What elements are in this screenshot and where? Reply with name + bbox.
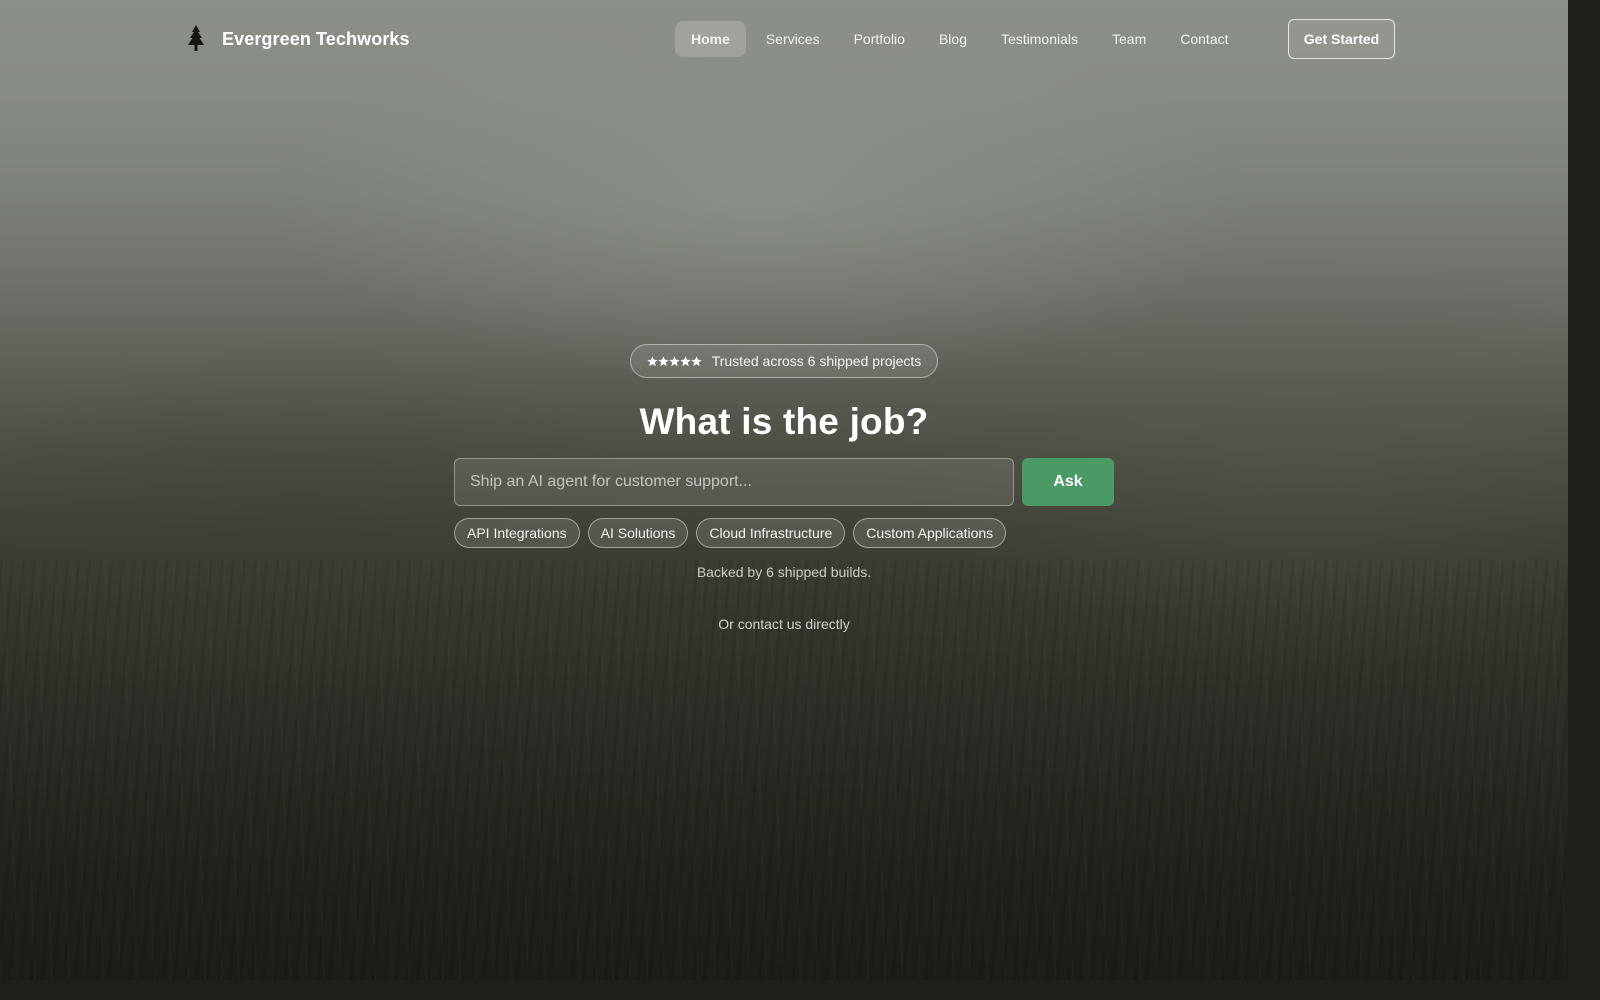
chip-ai-solutions[interactable]: AI Solutions — [587, 518, 689, 548]
nav-link-team[interactable]: Team — [1098, 21, 1160, 57]
rating-stars — [647, 355, 702, 367]
nav-link-blog[interactable]: Blog — [925, 21, 981, 57]
star-icon — [647, 355, 658, 366]
evergreen-tree-icon — [188, 25, 204, 51]
ask-button[interactable]: Ask — [1022, 458, 1114, 506]
brand[interactable]: Evergreen Techworks — [184, 22, 410, 56]
nav-links: Home Services Portfolio Blog Testimonial… — [675, 21, 1243, 57]
chip-custom-applications[interactable]: Custom Applications — [853, 518, 1007, 548]
contact-directly-link[interactable]: Or contact us directly — [718, 616, 850, 632]
search-row: Ask — [454, 458, 1114, 506]
nav-link-testimonials[interactable]: Testimonials — [987, 21, 1092, 57]
backed-text: Backed by 6 shipped builds. — [696, 564, 872, 580]
chip-api-integrations[interactable]: API Integrations — [454, 518, 580, 548]
top-nav: Evergreen Techworks Home Services Portfo… — [0, 0, 1568, 78]
chip-cloud-infrastructure[interactable]: Cloud Infrastructure — [696, 518, 846, 548]
nav-link-portfolio[interactable]: Portfolio — [840, 21, 919, 57]
nav-link-contact[interactable]: Contact — [1166, 21, 1242, 57]
hero: Trusted across 6 shipped projects What i… — [0, 344, 1568, 632]
star-icon — [680, 355, 691, 366]
trust-badge: Trusted across 6 shipped projects — [629, 344, 939, 378]
trust-badge-text: Trusted across 6 shipped projects — [711, 353, 922, 369]
get-started-button[interactable]: Get Started — [1288, 19, 1395, 59]
page-title: What is the job? — [639, 401, 929, 442]
job-search-input[interactable] — [454, 458, 1014, 506]
star-icon — [669, 355, 680, 366]
brand-name: Evergreen Techworks — [222, 28, 410, 49]
star-icon — [691, 355, 702, 366]
suggestion-chips: API Integrations AI Solutions Cloud Infr… — [454, 518, 1114, 548]
nav-link-services[interactable]: Services — [752, 21, 834, 57]
star-icon — [658, 355, 669, 366]
nav-link-home[interactable]: Home — [675, 21, 746, 57]
